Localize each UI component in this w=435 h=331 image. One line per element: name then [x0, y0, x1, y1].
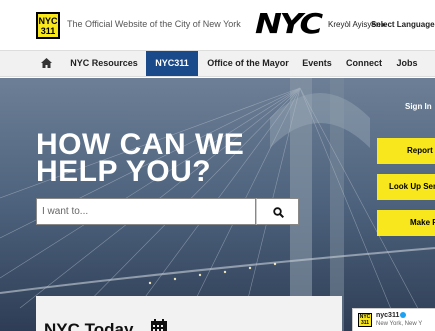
avatar-line-2: 311 — [360, 320, 370, 326]
logo-line-2: 311 — [40, 26, 56, 36]
tweet-account-name[interactable]: nyc311 — [376, 312, 407, 319]
home-icon[interactable] — [36, 51, 56, 76]
nav-office-of-the-mayor[interactable]: Office of the Mayor — [202, 51, 294, 76]
search-button[interactable] — [256, 198, 299, 225]
main-nav: NYC Resources NYC311 Office of the Mayor… — [0, 50, 435, 77]
report-problem-button[interactable]: Report a Problem — [377, 138, 435, 164]
nyc311-logo[interactable]: NYC 311 — [36, 12, 60, 39]
nyc-logo[interactable]: NYC — [255, 9, 323, 39]
sign-in-link[interactable]: Sign In — [405, 102, 432, 111]
tweet-account-name-text: nyc311 — [376, 312, 400, 319]
nav-nyc-resources[interactable]: NYC Resources — [64, 51, 144, 76]
nav-connect[interactable]: Connect — [341, 51, 387, 76]
calendar-icon — [151, 319, 167, 331]
nav-jobs[interactable]: Jobs — [392, 51, 422, 76]
search-input[interactable] — [37, 199, 255, 224]
logo-line-1: NYC — [38, 16, 58, 26]
hero-headline: HOW CAN WE HELP YOU? — [36, 128, 245, 188]
search-box — [36, 198, 256, 225]
avatar: NYC 311 — [358, 313, 372, 327]
top-bar: NYC 311 The Official Website of the City… — [0, 0, 435, 50]
nav-nyc311[interactable]: NYC311 — [146, 51, 198, 76]
tweet-location: New York, New Y — [376, 321, 423, 327]
site-tagline: The Official Website of the City of New … — [67, 19, 241, 29]
select-language[interactable]: Select Language — [371, 20, 435, 29]
verified-icon — [400, 312, 407, 319]
search-icon — [273, 207, 284, 218]
look-up-service-requests-button[interactable]: Look Up Service Requests — [377, 174, 435, 200]
make-payments-button[interactable]: Make Payments — [377, 210, 435, 236]
nav-events[interactable]: Events — [296, 51, 338, 76]
nyc-today-title: NYC Today — [44, 320, 134, 331]
